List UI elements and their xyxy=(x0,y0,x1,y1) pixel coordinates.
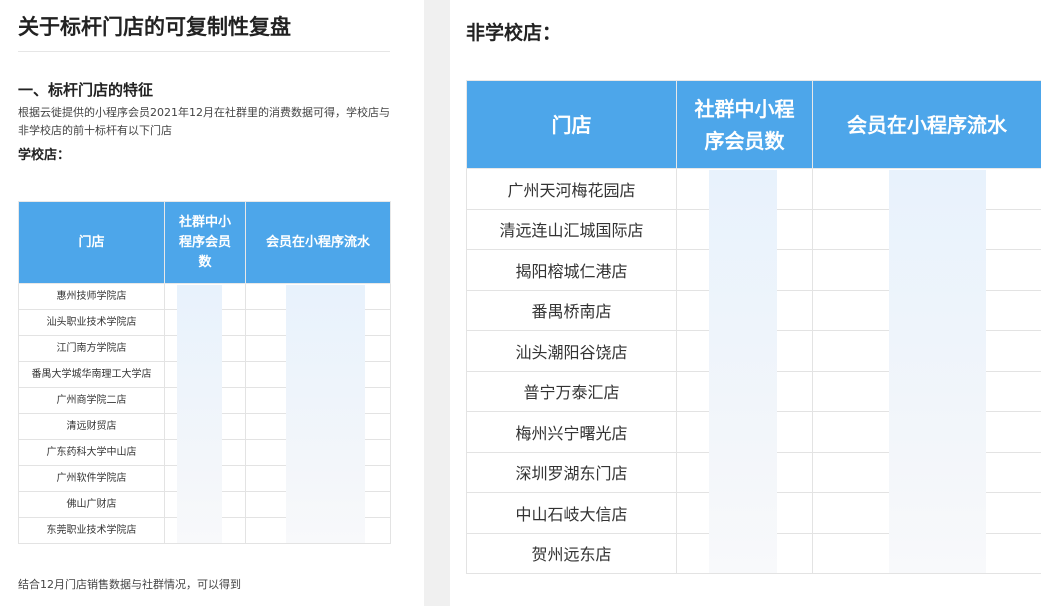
store-name-cell: 揭阳榕城仁港店 xyxy=(466,249,677,291)
store-name-cell: 梅州兴宁曙光店 xyxy=(466,411,677,453)
non-school-stores-title: 非学校店： xyxy=(466,22,562,44)
redacted-values xyxy=(888,169,986,573)
store-name-cell: 清远财贸店 xyxy=(18,413,165,440)
redacted-values xyxy=(285,284,365,543)
store-name-cell: 贺州远东店 xyxy=(466,532,677,574)
store-name-cell: 汕头职业技术学院店 xyxy=(18,309,165,336)
store-name-cell: 番禺大学城华南理工大学店 xyxy=(18,361,165,388)
store-name-cell: 汕头潮阳谷饶店 xyxy=(466,330,677,372)
redacted-values xyxy=(708,169,777,573)
column-header-member-count: 社群中小程序会员数 xyxy=(164,201,246,284)
page-title: 关于标杆门店的可复制性复盘 xyxy=(18,0,390,52)
column-header-member-count: 社群中小程序会员数 xyxy=(676,80,813,169)
store-name-cell: 广州软件学院店 xyxy=(18,465,165,492)
column-header-store: 门店 xyxy=(18,201,165,284)
redacted-values xyxy=(176,284,222,543)
store-name-cell: 广东药科大学中山店 xyxy=(18,439,165,466)
store-name-cell: 江门南方学院店 xyxy=(18,335,165,362)
store-name-cell: 番禺桥南店 xyxy=(466,289,677,331)
column-header-member-revenue: 会员在小程序流水 xyxy=(812,80,1041,169)
store-name-cell: 佛山广财店 xyxy=(18,491,165,518)
table-header-row: 门店 社群中小程序会员数 会员在小程序流水 xyxy=(18,201,391,284)
store-name-cell: 普宁万泰汇店 xyxy=(466,370,677,412)
store-name-cell: 惠州技师学院店 xyxy=(18,283,165,310)
store-name-cell: 广州天河梅花园店 xyxy=(466,168,677,210)
store-name-cell: 深圳罗湖东门店 xyxy=(466,451,677,493)
store-name-cell: 广州商学院二店 xyxy=(18,387,165,414)
table-header-row: 门店 社群中小程序会员数 会员在小程序流水 xyxy=(466,80,1041,169)
section-heading: 一、标杆门店的特征 xyxy=(18,81,154,99)
footnote: 结合12月门店销售数据与社群情况，可以得到 xyxy=(18,578,241,591)
store-name-cell: 清远连山汇城国际店 xyxy=(466,208,677,250)
column-header-store: 门店 xyxy=(466,80,677,169)
store-name-cell: 中山石岐大信店 xyxy=(466,492,677,534)
school-stores-subheading: 学校店： xyxy=(18,148,71,163)
intro-paragraph: 根据云徙提供的小程序会员2021年12月在社群里的消费数据可得，学校店与非学校店… xyxy=(18,106,390,137)
store-name-cell: 东莞职业技术学院店 xyxy=(18,517,165,544)
column-header-member-revenue: 会员在小程序流水 xyxy=(245,201,391,284)
